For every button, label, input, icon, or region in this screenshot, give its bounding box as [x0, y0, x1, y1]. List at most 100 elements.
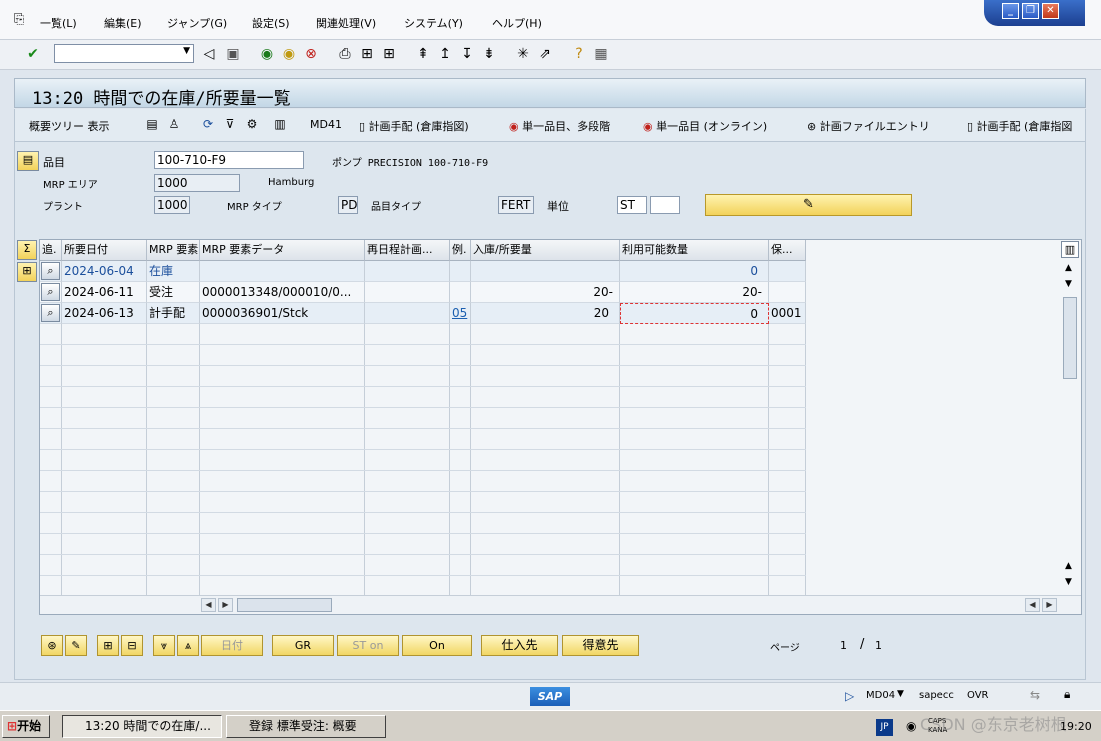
horizontal-scrollbar[interactable]: ◀ ▶ ◀ ▶	[40, 595, 1081, 614]
mrp-area-field[interactable]: 1000	[154, 174, 240, 192]
column-header-add[interactable]: 追.	[40, 240, 62, 261]
close-button[interactable]: ✕	[1042, 3, 1059, 19]
single-item-multilevel-button[interactable]: ◉ 単一品目、多段階	[509, 118, 610, 134]
column-header-available-qty[interactable]: 利用可能数量	[620, 240, 769, 261]
magnifier-icon[interactable]: ⌕	[41, 283, 60, 301]
minimize-button[interactable]: _	[1002, 3, 1019, 19]
find-next-icon[interactable]: ⊞	[380, 45, 398, 63]
column-config-icon[interactable]: ▥	[1061, 241, 1079, 258]
plan-file-icon[interactable]: ⊛	[41, 635, 63, 656]
menu-help[interactable]: ヘルプ(H)	[492, 15, 542, 31]
enter-icon[interactable]: ✔	[24, 45, 42, 63]
command-field[interactable]: ▼	[54, 44, 194, 63]
scroll-down-icon[interactable]: ▼	[1065, 577, 1072, 587]
exception-link[interactable]: 05	[450, 303, 471, 324]
collapse-header-icon[interactable]: ▤	[17, 151, 39, 171]
chevron-down-icon[interactable]: ▼	[183, 46, 190, 56]
magnifier-icon[interactable]: ⌕	[41, 262, 60, 280]
play-icon[interactable]: ▷	[845, 689, 854, 703]
md41-button[interactable]: MD41	[310, 118, 342, 131]
available-qty-cell-selected[interactable]: 0	[620, 303, 769, 324]
ime-icon[interactable]: ◉	[906, 719, 916, 733]
row-detail-cell[interactable]: ⌕	[40, 303, 62, 324]
column-header-reschedule[interactable]: 再日程計画...	[365, 240, 450, 261]
column-header-element-data[interactable]: MRP 要素データ	[200, 240, 365, 261]
refresh-icon[interactable]: ⟳	[199, 115, 217, 133]
unit-field[interactable]: ST	[617, 196, 647, 214]
sort-down-icon[interactable]: ⩔	[153, 635, 175, 656]
scroll-left-icon[interactable]: ◀	[201, 598, 216, 612]
mrp-type-field[interactable]: PD	[338, 196, 358, 214]
menu-system[interactable]: システム(Y)	[404, 15, 463, 31]
menu-related[interactable]: 関連処理(V)	[316, 15, 376, 31]
menu-edit[interactable]: 編集(E)	[104, 15, 142, 31]
taskbar-item-sales-order[interactable]: 登録 標準受注: 概要	[226, 715, 386, 738]
st-on-button[interactable]: ST on	[337, 635, 399, 656]
shortcut-icon[interactable]: ⇗	[536, 45, 554, 63]
vendor-button[interactable]: 仕入先	[481, 635, 558, 656]
print-icon[interactable]: ⎙	[336, 45, 354, 63]
last-page-icon[interactable]: ⇟	[480, 45, 498, 63]
gr-button[interactable]: GR	[272, 635, 334, 656]
unit-extra-field[interactable]	[650, 196, 680, 214]
help-icon[interactable]: ?	[570, 45, 588, 63]
chevron-down-icon[interactable]: ▼	[897, 689, 904, 699]
column-header-exception[interactable]: 例.	[450, 240, 471, 261]
new-session-icon[interactable]: ✳	[514, 45, 532, 63]
exit-icon[interactable]: ◉	[280, 45, 298, 63]
column-header-date[interactable]: 所要日付	[62, 240, 147, 261]
sum-icon[interactable]: Σ	[17, 240, 37, 260]
find-icon[interactable]: ⊞	[358, 45, 376, 63]
back-arrow-icon[interactable]: ◁	[200, 45, 218, 63]
taskbar-item-stock-list[interactable]: 13:20 時間での在庫/...	[62, 715, 222, 738]
sort-up-icon[interactable]: ⩓	[177, 635, 199, 656]
menu-settings[interactable]: 設定(S)	[252, 15, 290, 31]
person-icon[interactable]: ♙	[165, 115, 183, 133]
next-page-icon[interactable]: ↧	[458, 45, 476, 63]
plan-order-warehouse2-button[interactable]: ▯ 計画手配 (倉庫指図	[967, 118, 1072, 134]
scroll-up-icon[interactable]: ▲	[1065, 263, 1072, 273]
material-field[interactable]: 100-710-F9	[154, 151, 304, 169]
overview-tree-button[interactable]: 概要ツリー 表示	[29, 118, 110, 134]
customer-button[interactable]: 得意先	[562, 635, 639, 656]
restore-button[interactable]: ❐	[1022, 3, 1039, 19]
expand-icon[interactable]: ⊞	[17, 262, 37, 282]
menu-list[interactable]: 一覧(L)	[40, 15, 77, 31]
edit-pencil-icon[interactable]: ✎	[65, 635, 87, 656]
plan-file-entry-button[interactable]: ⊛ 計画ファイルエントリ	[807, 118, 930, 134]
scroll-thumb[interactable]	[237, 598, 332, 612]
row-detail-cell[interactable]: ⌕	[40, 282, 62, 303]
scroll-thumb[interactable]	[1063, 297, 1077, 379]
cancel-icon[interactable]: ⊗	[302, 45, 320, 63]
prev-page-icon[interactable]: ↥	[436, 45, 454, 63]
lock-icon[interactable]: 🔒︎	[1064, 687, 1070, 702]
filter-icon[interactable]: ⊽	[221, 115, 239, 133]
back-icon[interactable]: ◉	[258, 45, 276, 63]
language-indicator[interactable]: JP	[876, 719, 893, 736]
layout-toolbar-icon[interactable]: ▥	[271, 115, 289, 133]
row-detail-cell[interactable]: ⌕	[40, 261, 62, 282]
expand-tree-icon[interactable]: ⊞	[97, 635, 119, 656]
menu-icon[interactable]: ⎘	[14, 12, 24, 27]
scroll-right-icon[interactable]: ▶	[1042, 598, 1057, 612]
plan-order-warehouse-button[interactable]: ▯ 計画手配 (倉庫指図)	[359, 118, 469, 134]
material-type-field[interactable]: FERT	[498, 196, 534, 214]
start-button[interactable]: ⊞开始	[2, 715, 50, 738]
magnifier-icon[interactable]: ⌕	[41, 304, 60, 322]
scroll-down-step-icon[interactable]: ▲	[1065, 561, 1072, 571]
vertical-scrollbar[interactable]: ▲ ▼ ▲ ▼	[1062, 261, 1079, 593]
first-page-icon[interactable]: ⇞	[414, 45, 432, 63]
detail-icon[interactable]: ▤	[143, 115, 161, 133]
date-button[interactable]: 日付	[201, 635, 263, 656]
scroll-right-icon[interactable]: ▶	[218, 598, 233, 612]
column-header-storage[interactable]: 保...	[769, 240, 806, 261]
plant-field[interactable]: 1000	[154, 196, 190, 214]
scroll-up-step-icon[interactable]: ▼	[1065, 279, 1072, 289]
column-header-receipt-qty[interactable]: 入庫/所要量	[471, 240, 620, 261]
menu-jump[interactable]: ジャンプ(G)	[167, 15, 227, 31]
edit-button[interactable]: ✎	[705, 194, 912, 216]
column-header-element[interactable]: MRP 要素	[147, 240, 200, 261]
layout-icon[interactable]: ▦	[592, 45, 610, 63]
settings-icon[interactable]: ⚙	[243, 115, 261, 133]
save-icon[interactable]: ▣	[224, 45, 242, 63]
